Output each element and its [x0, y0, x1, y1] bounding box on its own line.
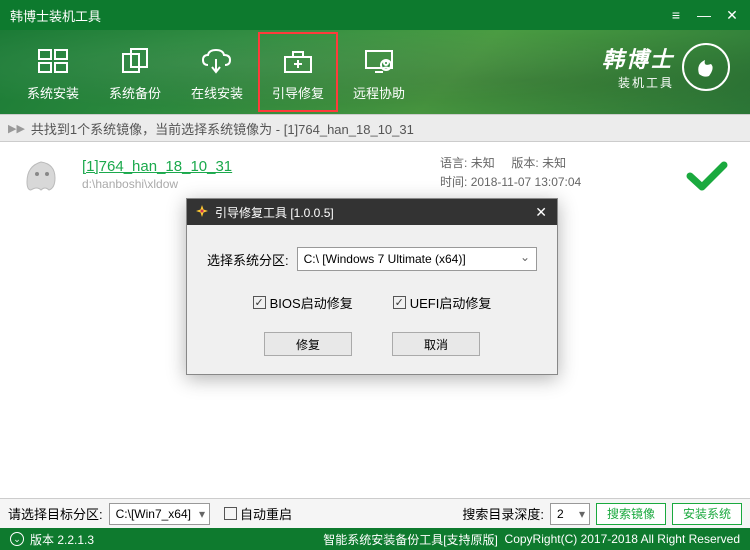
image-path: d:\hanboshi\xldow: [82, 177, 232, 191]
dialog-close-button[interactable]: ✕: [531, 204, 551, 221]
flower-icon: [195, 204, 209, 221]
breadcrumb: ▶▶ 共找到1个系统镜像，当前选择系统镜像为 - [1]764_han_18_1…: [0, 114, 750, 142]
image-title[interactable]: [1]764_han_18_10_31: [82, 158, 232, 175]
checkbox-checked-icon: ✓: [393, 296, 406, 309]
search-depth-label: 搜索目录深度:: [462, 504, 544, 523]
remote-icon: [363, 43, 395, 79]
windows-icon: [37, 43, 69, 79]
brand-subtitle: 装机工具: [602, 74, 674, 91]
boot-repair-dialog: 引导修复工具 [1.0.0.5] ✕ 选择系统分区: C:\ [Windows …: [186, 198, 558, 375]
close-button[interactable]: ✕: [718, 3, 746, 27]
tool-online-install[interactable]: 在线安装: [176, 35, 258, 109]
chevron-icon: ▶▶: [8, 122, 25, 135]
dialog-titlebar: 引导修复工具 [1.0.0.5] ✕: [187, 199, 557, 225]
toolbox-icon: [282, 43, 314, 79]
ghost-icon: [18, 152, 70, 196]
image-meta: 语言: 未知 版本: 未知 时间: 2018-11-07 13:07:04: [440, 154, 581, 192]
tool-system-backup[interactable]: 系统备份: [94, 35, 176, 109]
repair-button[interactable]: 修复: [264, 332, 352, 356]
titlebar: 韩博士装机工具 ≡ — ✕: [0, 0, 750, 30]
target-partition-select[interactable]: C:\[Win7_x64]: [109, 503, 210, 525]
search-depth-select[interactable]: 2: [550, 503, 590, 525]
bios-repair-checkbox[interactable]: ✓ BIOS启动修复: [253, 293, 353, 312]
checkbox-checked-icon: ✓: [253, 296, 266, 309]
app-title: 韩博士装机工具: [10, 6, 101, 25]
copy-icon: [120, 43, 150, 79]
minimize-button[interactable]: —: [690, 3, 718, 27]
tool-label: 系统备份: [109, 83, 161, 102]
tool-system-install[interactable]: 系统安装: [12, 35, 94, 109]
target-partition-label: 请选择目标分区:: [8, 504, 103, 523]
version-text: 版本 2.2.1.3: [30, 531, 94, 548]
partition-label: 选择系统分区:: [207, 250, 289, 269]
brand: 韩博士 装机工具: [602, 42, 730, 91]
tool-boot-repair[interactable]: 引导修复: [258, 32, 338, 112]
tool-label: 系统安装: [27, 83, 79, 102]
tool-remote-assist[interactable]: 远程协助: [338, 35, 420, 109]
uefi-repair-checkbox[interactable]: ✓ UEFI启动修复: [393, 293, 492, 312]
status-bar: ⌄ 版本 2.2.1.3 智能系统安装备份工具[支持原版] CopyRight(…: [0, 528, 750, 550]
tool-label: 远程协助: [353, 83, 405, 102]
toolbar: 系统安装 系统备份 在线安装 引导修复 远程协助 韩博士 装机工具: [0, 30, 750, 114]
brand-logo-icon: [682, 43, 730, 91]
cancel-button[interactable]: 取消: [392, 332, 480, 356]
cloud-download-icon: [200, 43, 234, 79]
status-desc: 智能系统安装备份工具[支持原版]: [323, 531, 498, 548]
menu-button[interactable]: ≡: [662, 3, 690, 27]
download-icon: ⌄: [10, 532, 24, 546]
dialog-title: 引导修复工具 [1.0.0.5]: [215, 204, 334, 221]
image-item[interactable]: [1]764_han_18_10_31 d:\hanboshi\xldow: [0, 142, 750, 206]
main-area: [1]764_han_18_10_31 d:\hanboshi\xldow 语言…: [0, 142, 750, 498]
partition-select[interactable]: C:\ [Windows 7 Ultimate (x64)]: [297, 247, 537, 271]
breadcrumb-text: 共找到1个系统镜像，当前选择系统镜像为 - [1]764_han_18_10_3…: [31, 119, 414, 138]
search-image-button[interactable]: 搜索镜像: [596, 503, 666, 525]
install-system-button[interactable]: 安装系统: [672, 503, 742, 525]
brand-title: 韩博士: [602, 42, 674, 74]
checkbox-unchecked-icon: [224, 507, 237, 520]
bottom-bar: 请选择目标分区: C:\[Win7_x64] 自动重启 搜索目录深度: 2 搜索…: [0, 498, 750, 528]
selected-check-icon: [686, 160, 728, 197]
tool-label: 引导修复: [272, 83, 324, 102]
auto-restart-checkbox[interactable]: 自动重启: [224, 504, 292, 523]
tool-label: 在线安装: [191, 83, 243, 102]
copyright-text: CopyRight(C) 2017-2018 All Right Reserve…: [505, 532, 740, 546]
